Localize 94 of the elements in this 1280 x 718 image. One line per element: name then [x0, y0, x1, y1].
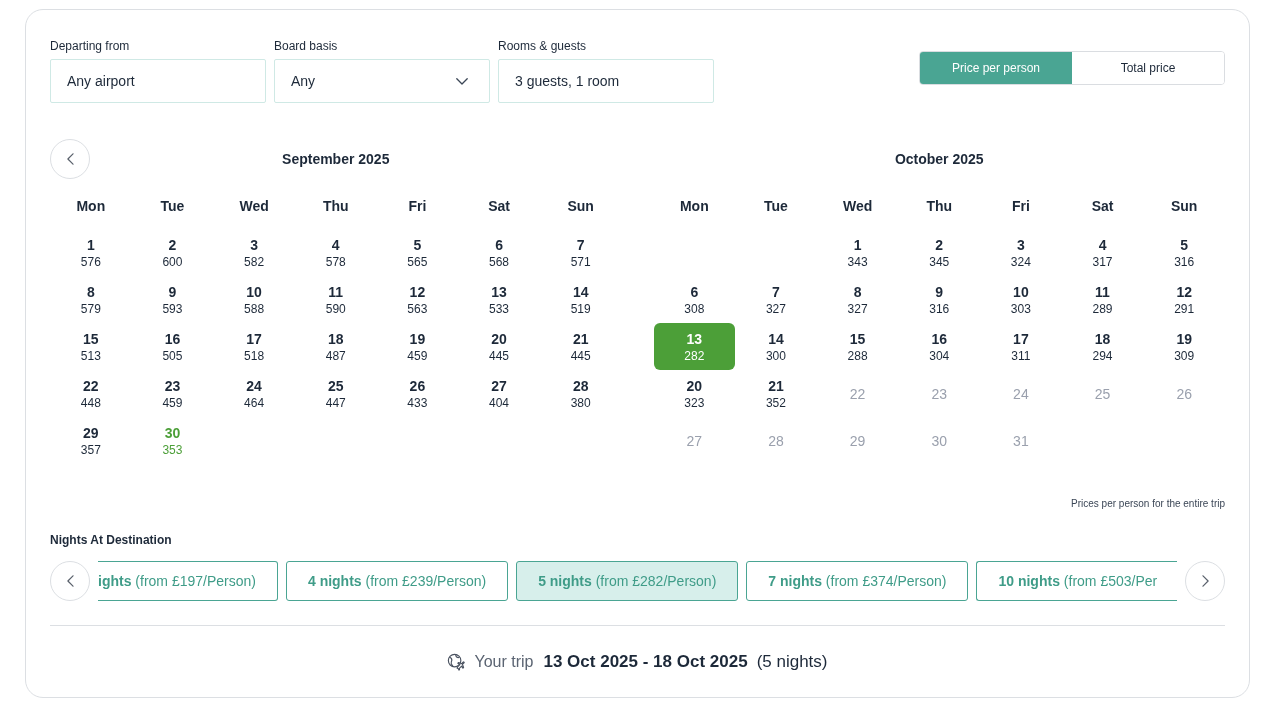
weekday-label: Sun	[567, 198, 594, 214]
calendar-day[interactable]: 21 352	[735, 370, 817, 417]
calendar-day: 23	[898, 370, 981, 417]
calendar-day[interactable]: 26 433	[376, 370, 459, 417]
calendar-day: 31	[980, 417, 1062, 464]
calendar-day[interactable]: 8 579	[50, 276, 132, 323]
calendar-day[interactable]: 10 588	[213, 276, 295, 323]
weekday-label: Sat	[1091, 198, 1114, 214]
calendar-day[interactable]: 20 323	[653, 370, 736, 417]
trip-label: Your trip	[474, 653, 534, 671]
calendar-day[interactable]: 9 593	[131, 276, 214, 323]
calendar-day[interactable]: 7 571	[539, 229, 622, 276]
calendar-day: 24	[980, 370, 1062, 417]
weekday-label: Tue	[764, 198, 788, 214]
calendar-day[interactable]: 18 294	[1061, 323, 1144, 370]
calendar-day: 25	[1061, 370, 1144, 417]
month-title: October 2025	[894, 151, 984, 167]
chevron-left-icon	[66, 575, 74, 587]
globe-plane-icon	[447, 653, 467, 671]
calendar-day: 26	[1143, 370, 1225, 417]
chevron-right-icon	[1201, 575, 1209, 587]
calendar-day[interactable]: 27 404	[458, 370, 540, 417]
calendar-day[interactable]: 2 345	[898, 229, 981, 276]
calendar-day[interactable]: 1 343	[816, 229, 899, 276]
calendar-day: 27	[653, 417, 736, 464]
weekday-label: Fri	[408, 198, 427, 214]
calendar-day[interactable]: 3 582	[213, 229, 295, 276]
calendar-day[interactable]: 19 309	[1143, 323, 1225, 370]
weekday-label: Fri	[1011, 198, 1030, 214]
weekday-label: Wed	[842, 198, 873, 214]
calendar-day[interactable]: 13 533	[458, 276, 540, 323]
calendar-day[interactable]: 28 380	[539, 370, 622, 417]
calendar-day[interactable]: 7 327	[735, 276, 817, 323]
calendar-day[interactable]: 21 445	[539, 323, 622, 370]
trip-dates: 13 Oct 2025 - 18 Oct 2025	[543, 652, 748, 672]
calendar-day[interactable]: 24 464	[213, 370, 295, 417]
calendar-day[interactable]: 10 303	[980, 276, 1062, 323]
calendar-day[interactable]: 6 568	[458, 229, 540, 276]
section-title: Nights At Destination	[50, 532, 172, 548]
calendar-day: 28	[735, 417, 817, 464]
calendar-day[interactable]: 18 487	[294, 323, 377, 370]
calendar-day[interactable]: 11 590	[294, 276, 377, 323]
weekday-label: Thu	[926, 198, 953, 214]
calendar-day[interactable]: 15 513	[50, 323, 132, 370]
calendar-day[interactable]: 16 304	[898, 323, 981, 370]
calendar-day: 22	[816, 370, 899, 417]
previous-button[interactable]	[50, 561, 90, 601]
weekday-label: Mon	[679, 198, 709, 214]
calendar-day[interactable]: 1 576	[50, 229, 132, 276]
calendar-day[interactable]: 4 578	[294, 229, 377, 276]
calendar-day[interactable]: 23 459	[131, 370, 214, 417]
calendar-day[interactable]: 17 518	[213, 323, 295, 370]
calendar-day[interactable]: 16 505	[131, 323, 214, 370]
calendar-day[interactable]: 14 519	[539, 276, 622, 323]
weekday-label: Thu	[322, 198, 349, 214]
calendar-day[interactable]: 11 289	[1061, 276, 1144, 323]
calendar-day[interactable]: 25 447	[294, 370, 377, 417]
field-label: Departing from	[50, 39, 130, 53]
field-label: Rooms & guests	[498, 39, 587, 53]
weekday-label: Tue	[160, 198, 185, 214]
trip-duration: (5 nights)	[756, 652, 828, 672]
calendar-day[interactable]: 29 357	[50, 417, 132, 464]
previous-month-button[interactable]	[50, 139, 90, 179]
month-title: September 2025	[282, 151, 390, 167]
calendar-day[interactable]: 17 311	[980, 323, 1062, 370]
calendar-day[interactable]: 2 600	[131, 229, 214, 276]
weekday-label: Sat	[488, 198, 510, 214]
calendar-day[interactable]: 19 459	[376, 323, 459, 370]
prices-note: Prices per person for the entire trip	[1071, 498, 1225, 510]
calendar-day[interactable]: 15 288	[816, 323, 899, 370]
calendar-day[interactable]: 14 300	[735, 323, 817, 370]
next-button[interactable]	[1185, 561, 1225, 601]
calendar-day[interactable]: 3 324	[980, 229, 1062, 276]
dropdown-field[interactable]: Any	[274, 59, 490, 103]
calendar-day[interactable]: 4 317	[1061, 229, 1144, 276]
chevron-left-icon	[66, 153, 74, 165]
calendar-day[interactable]: 9 316	[898, 276, 981, 323]
input-field[interactable]: 3 guests, 1 room	[498, 59, 714, 103]
field-label: Board basis	[274, 39, 338, 53]
calendar-day[interactable]: 5 565	[376, 229, 459, 276]
calendar-day[interactable]: 5 316	[1143, 229, 1225, 276]
calendar-day[interactable]: 8 327	[816, 276, 899, 323]
calendar-day: 30	[898, 417, 981, 464]
chevron-down-icon	[456, 77, 468, 85]
calendar-day[interactable]: 6 308	[653, 276, 736, 323]
calendar-day[interactable]: 12 563	[376, 276, 459, 323]
input-field[interactable]: Any airport	[50, 59, 266, 103]
weekday-label: Sun	[1170, 198, 1198, 214]
weekday-label: Mon	[76, 198, 106, 214]
calendar-day[interactable]: 22 448	[50, 370, 132, 417]
weekday-label: Wed	[239, 198, 269, 214]
calendar-day[interactable]: 20 445	[458, 323, 540, 370]
calendar-day: 29	[816, 417, 899, 464]
calendar-day[interactable]: 12 291	[1143, 276, 1225, 323]
